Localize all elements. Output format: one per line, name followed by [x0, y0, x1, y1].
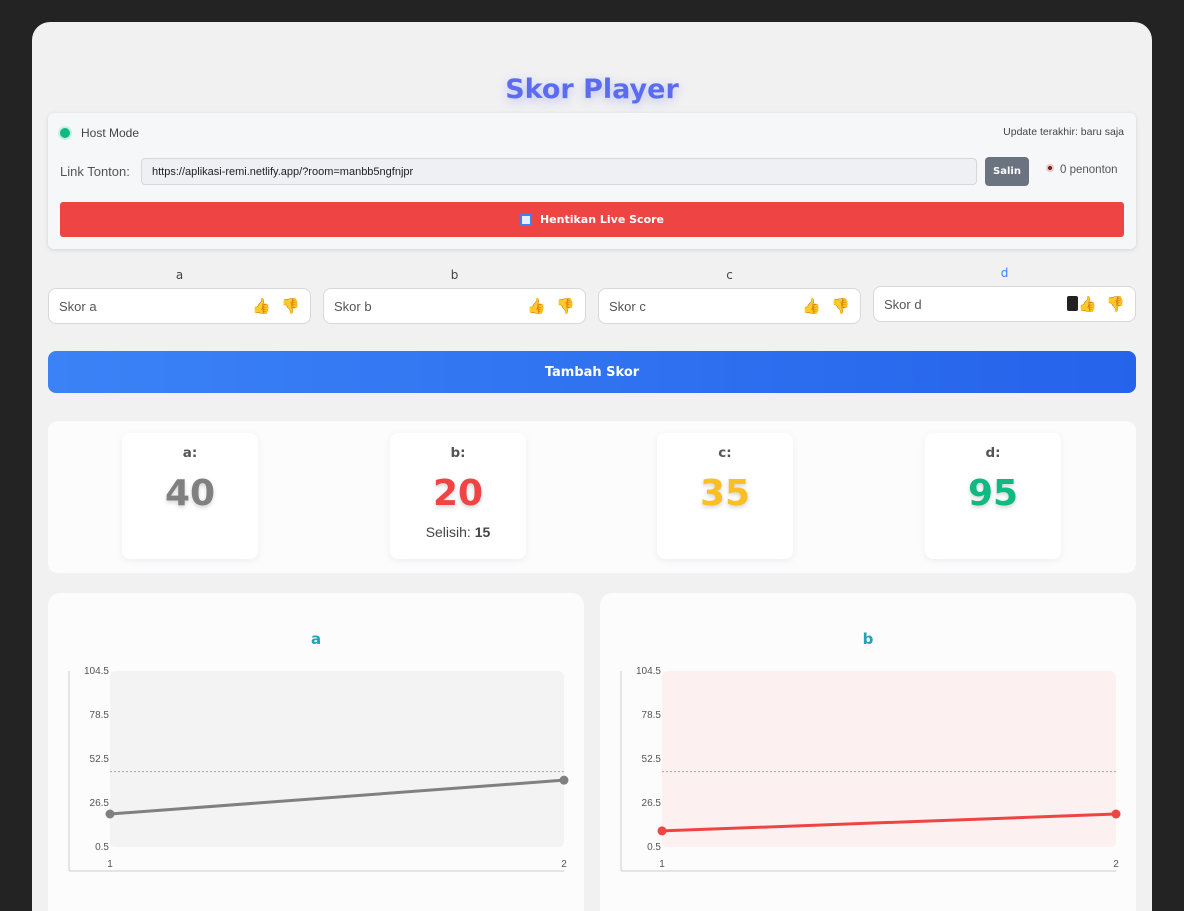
add-score-button[interactable]: Tambah Skor — [48, 351, 1136, 393]
score-card-value: 40 — [164, 473, 216, 514]
copy-link-button[interactable]: Salin — [985, 157, 1029, 186]
player-input-c: c 👍 👎 — [598, 266, 861, 324]
y-tick-label: 26.5 — [642, 798, 662, 809]
score-card-name: b: — [450, 445, 466, 461]
last-update-text: Update terakhir: baru saja — [1003, 126, 1124, 138]
eye-icon — [1046, 164, 1054, 172]
player-name: a — [175, 268, 184, 282]
data-point — [657, 826, 667, 836]
player-inputs: a 👍 👎 b 👍 👎 c 👍 👎 d — [48, 266, 1136, 328]
data-point — [105, 809, 115, 819]
main-card: Skor Player Host Mode Update terakhir: b… — [32, 22, 1152, 911]
player-name: b — [450, 268, 459, 282]
score-input-c[interactable] — [599, 289, 789, 323]
thumbs-down-icon[interactable]: 👎 — [831, 297, 850, 315]
score-card-c: c: 35 — [657, 433, 793, 559]
score-card-name: a: — [182, 445, 198, 461]
player-input-a: a 👍 👎 — [48, 266, 311, 324]
difference-value: 15 — [474, 524, 491, 540]
data-point — [559, 775, 569, 785]
score-input-d[interactable] — [874, 287, 1064, 321]
player-input-d: d 👍 👎 — [873, 264, 1136, 322]
score-card-d: d: 95 — [925, 433, 1061, 559]
host-status-icon — [58, 126, 72, 140]
chart-card-a: a 104.5 78.5 52.5 26.5 0.5 1 2 — [48, 593, 584, 911]
thumbs-down-icon[interactable]: 👎 — [1106, 295, 1125, 313]
thumbs-down-icon[interactable]: 👎 — [281, 297, 300, 315]
line-chart-a: 104.5 78.5 52.5 26.5 0.5 1 2 — [68, 666, 569, 872]
score-card-a: a: 40 — [122, 433, 258, 559]
x-tick-label: 2 — [1113, 859, 1119, 870]
watch-link-label: Link Tonton: — [60, 164, 130, 179]
watch-link-input[interactable] — [141, 158, 977, 185]
y-tick-label: 0.5 — [95, 842, 109, 853]
x-tick-label: 1 — [659, 859, 665, 870]
thumbs-up-icon[interactable]: 👍 — [802, 297, 821, 315]
line-chart-b: 104.5 78.5 52.5 26.5 0.5 1 2 — [620, 666, 1121, 872]
player-name: d — [1000, 266, 1009, 280]
y-tick-label: 26.5 — [90, 798, 110, 809]
thumbs-down-icon[interactable]: 👎 — [556, 297, 575, 315]
scoreboard: a: 40 b: 20 Selisih: 15 c: 35 d: 95 — [48, 421, 1136, 573]
y-tick-label: 0.5 — [647, 842, 661, 853]
score-field-wrapper: 👍 👎 — [48, 288, 311, 324]
chart-card-b: b 104.5 78.5 52.5 26.5 0.5 1 2 — [600, 593, 1136, 911]
stop-live-score-button[interactable]: Hentikan Live Score — [60, 202, 1124, 237]
page-title: Skor Player — [505, 74, 679, 105]
host-panel: Host Mode Update terakhir: baru saja Lin… — [48, 113, 1136, 249]
y-tick-label: 78.5 — [642, 710, 662, 721]
score-input-b[interactable] — [324, 289, 514, 323]
y-tick-label: 104.5 — [636, 666, 661, 677]
player-name: c — [726, 268, 733, 282]
score-card-name: d: — [985, 445, 1001, 461]
y-tick-label: 52.5 — [90, 754, 110, 765]
extension-icon — [1067, 296, 1078, 311]
data-point — [1111, 809, 1121, 819]
score-card-value: 95 — [967, 473, 1019, 514]
stop-live-score-label: Hentikan Live Score — [539, 213, 665, 226]
thumbs-up-icon[interactable]: 👍 — [252, 297, 271, 315]
y-tick-label: 104.5 — [84, 666, 109, 677]
host-mode-label: Host Mode — [81, 126, 140, 140]
score-difference: Selisih: 15 — [390, 524, 526, 540]
score-card-b: b: 20 Selisih: 15 — [390, 433, 526, 559]
score-field-wrapper: 👍 👎 — [598, 288, 861, 324]
stop-icon — [519, 213, 532, 226]
difference-label: Selisih: — [425, 524, 471, 540]
score-input-a[interactable] — [49, 289, 239, 323]
score-field-wrapper: 👍 👎 — [873, 286, 1136, 322]
thumbs-up-icon[interactable]: 👍 — [527, 297, 546, 315]
score-field-wrapper: 👍 👎 — [323, 288, 586, 324]
y-tick-label: 52.5 — [642, 754, 662, 765]
thumbs-up-icon[interactable]: 👍 — [1078, 295, 1097, 313]
plot-area — [662, 671, 1116, 847]
player-input-b: b 👍 👎 — [323, 266, 586, 324]
score-card-value: 35 — [699, 473, 751, 514]
plot-area — [110, 671, 564, 847]
viewer-count-text: 0 penonton — [1060, 164, 1118, 176]
viewer-count: 0 penonton — [1046, 164, 1118, 176]
x-tick-label: 1 — [107, 859, 113, 870]
score-card-value: 20 — [432, 473, 484, 514]
x-tick-label: 2 — [561, 859, 567, 870]
score-card-name: c: — [718, 445, 732, 461]
y-tick-label: 78.5 — [90, 710, 110, 721]
